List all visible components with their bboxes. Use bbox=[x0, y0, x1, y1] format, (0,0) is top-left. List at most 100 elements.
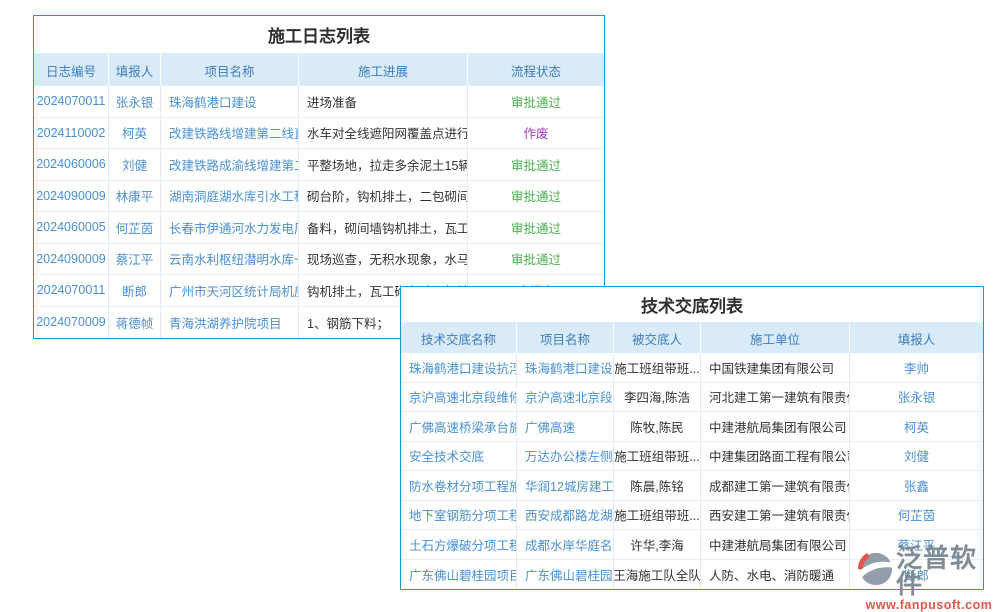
project-name-cell[interactable]: 京沪高速北京段维修 bbox=[517, 383, 614, 412]
receiver-cell: 施工班组带班... bbox=[614, 501, 701, 530]
table-row: 珠海鹤港口建设抗浮...珠海鹤港口建设施工班组带班...中国铁建集团有限公司李帅 bbox=[401, 353, 983, 383]
project-name-cell[interactable]: 珠海鹤港口建设 bbox=[517, 353, 614, 382]
project-name-cell[interactable]: 改建铁路成渝线增建第二... bbox=[161, 149, 299, 180]
status-cell[interactable]: 作废 bbox=[468, 118, 604, 149]
reporter-cell[interactable]: 何芷茵 bbox=[109, 212, 161, 243]
table-row: 2024070011张永银珠海鹤港口建设进场准备审批通过 bbox=[34, 86, 604, 118]
disclosure-name-cell[interactable]: 地下室钢筋分项工程... bbox=[401, 501, 517, 530]
unit-cell: 人防、水电、消防暖通 bbox=[701, 560, 850, 590]
disclosure-name-cell[interactable]: 防水卷材分项工程施... bbox=[401, 471, 517, 500]
unit-cell: 中国铁建集团有限公司 bbox=[701, 353, 850, 382]
progress-cell: 备料，砌间墙钩机排土，瓦工... bbox=[299, 212, 468, 243]
column-header-reporter: 填报人 bbox=[850, 323, 983, 353]
column-header-log-id: 日志编号 bbox=[34, 54, 109, 86]
project-name-cell[interactable]: 万达办公楼左侧A... bbox=[517, 442, 614, 471]
progress-cell: 平整场地，拉走多余泥土15辆... bbox=[299, 149, 468, 180]
technical-disclosure-header-row: 技术交底名称 项目名称 被交底人 施工单位 填报人 bbox=[401, 323, 983, 353]
watermark: 泛普软件 www.fanpusoft.com bbox=[856, 545, 1000, 612]
reporter-cell[interactable]: 柯英 bbox=[109, 118, 161, 149]
log-id-cell[interactable]: 2024090009 bbox=[34, 181, 109, 212]
receiver-cell: 陈晨,陈铭 bbox=[614, 471, 701, 500]
receiver-cell: 许华,李海 bbox=[614, 530, 701, 559]
project-name-cell[interactable]: 华润12城房建工... bbox=[517, 471, 614, 500]
column-header-receiver: 被交底人 bbox=[614, 323, 701, 353]
status-cell[interactable]: 审批通过 bbox=[468, 86, 604, 117]
receiver-cell: 李四海,陈浩 bbox=[614, 383, 701, 412]
status-cell[interactable]: 审批通过 bbox=[468, 244, 604, 275]
status-cell[interactable]: 审批通过 bbox=[468, 212, 604, 243]
disclosure-name-cell[interactable]: 广东佛山碧桂园项目... bbox=[401, 560, 517, 590]
table-row: 广佛高速桥梁承台施...广佛高速陈牧,陈民中建港航局集团有限公司柯英 bbox=[401, 412, 983, 442]
table-row: 2024110002柯英改建铁路线增建第二线直...水车对全线遮阳网覆盖点进行.… bbox=[34, 118, 604, 150]
status-cell[interactable]: 审批通过 bbox=[468, 149, 604, 180]
column-header-reporter: 填报人 bbox=[109, 54, 161, 86]
project-name-cell[interactable]: 改建铁路线增建第二线直... bbox=[161, 118, 299, 149]
project-name-cell[interactable]: 云南水利枢纽潜明水库一... bbox=[161, 244, 299, 275]
reporter-cell[interactable]: 断郎 bbox=[109, 275, 161, 306]
column-header-status: 流程状态 bbox=[468, 54, 604, 86]
table-row: 地下室钢筋分项工程...西安成都路龙湖上...施工班组带班...西安建工第一建筑… bbox=[401, 501, 983, 531]
table-row: 防水卷材分项工程施...华润12城房建工...陈晨,陈铭成都建工第一建筑有限责任… bbox=[401, 471, 983, 501]
project-name-cell[interactable]: 珠海鹤港口建设 bbox=[161, 86, 299, 117]
table-row: 2024090009林康平湖南洞庭湖水库引水工程...砌台阶，钩机排土，二包砌间… bbox=[34, 181, 604, 213]
receiver-cell: 施工班组带班... bbox=[614, 353, 701, 382]
construction-log-header-row: 日志编号 填报人 项目名称 施工进展 流程状态 bbox=[34, 54, 604, 86]
reporter-cell[interactable]: 林康平 bbox=[109, 181, 161, 212]
reporter-cell[interactable]: 蒋德帧 bbox=[109, 307, 161, 339]
disclosure-name-cell[interactable]: 土石方爆破分项工程... bbox=[401, 530, 517, 559]
watermark-brand-text: 泛普软件 bbox=[896, 545, 1000, 597]
project-name-cell[interactable]: 湖南洞庭湖水库引水工程... bbox=[161, 181, 299, 212]
construction-log-title: 施工日志列表 bbox=[34, 16, 604, 54]
progress-cell: 砌台阶，钩机排土，二包砌间... bbox=[299, 181, 468, 212]
receiver-cell: 施工班组带班... bbox=[614, 442, 701, 471]
unit-cell: 河北建工第一建筑有限责任公司 bbox=[701, 383, 850, 412]
reporter-cell[interactable]: 刘健 bbox=[850, 442, 983, 471]
column-header-unit: 施工单位 bbox=[701, 323, 850, 353]
reporter-cell[interactable]: 张永银 bbox=[109, 86, 161, 117]
project-name-cell[interactable]: 长春市伊通河水力发电厂... bbox=[161, 212, 299, 243]
log-id-cell[interactable]: 2024060006 bbox=[34, 149, 109, 180]
table-row: 安全技术交底万达办公楼左侧A...施工班组带班...中建集团路面工程有限公司刘健 bbox=[401, 442, 983, 472]
unit-cell: 成都建工第一建筑有限责任公司 bbox=[701, 471, 850, 500]
column-header-project: 项目名称 bbox=[161, 54, 299, 86]
column-header-project: 项目名称 bbox=[517, 323, 614, 353]
reporter-cell[interactable]: 刘健 bbox=[109, 149, 161, 180]
unit-cell: 中建港航局集团有限公司 bbox=[701, 530, 850, 559]
disclosure-name-cell[interactable]: 广佛高速桥梁承台施... bbox=[401, 412, 517, 441]
log-id-cell[interactable]: 2024060005 bbox=[34, 212, 109, 243]
project-name-cell[interactable]: 成都水岸华庭名苑... bbox=[517, 530, 614, 559]
reporter-cell[interactable]: 张永银 bbox=[850, 383, 983, 412]
fanpu-logo-icon bbox=[856, 550, 894, 593]
reporter-cell[interactable]: 蔡江平 bbox=[109, 244, 161, 275]
reporter-cell[interactable]: 何芷茵 bbox=[850, 501, 983, 530]
table-row: 2024090009蔡江平云南水利枢纽潜明水库一...现场巡查，无积水现象，水马… bbox=[34, 244, 604, 276]
project-name-cell[interactable]: 广州市天河区统计局机房... bbox=[161, 275, 299, 306]
reporter-cell[interactable]: 张鑫 bbox=[850, 471, 983, 500]
project-name-cell[interactable]: 青海洪湖养护院项目 bbox=[161, 307, 299, 339]
table-row: 京沪高速北京段维修...京沪高速北京段维修李四海,陈浩河北建工第一建筑有限责任公… bbox=[401, 383, 983, 413]
column-header-progress: 施工进展 bbox=[299, 54, 468, 86]
disclosure-name-cell[interactable]: 珠海鹤港口建设抗浮... bbox=[401, 353, 517, 382]
log-id-cell[interactable]: 2024070009 bbox=[34, 307, 109, 339]
progress-cell: 进场准备 bbox=[299, 86, 468, 117]
receiver-cell: 王海施工队全队 bbox=[614, 560, 701, 590]
project-name-cell[interactable]: 西安成都路龙湖上... bbox=[517, 501, 614, 530]
reporter-cell[interactable]: 柯英 bbox=[850, 412, 983, 441]
column-header-disclosure-name: 技术交底名称 bbox=[401, 323, 517, 353]
status-cell[interactable]: 审批通过 bbox=[468, 181, 604, 212]
reporter-cell[interactable]: 李帅 bbox=[850, 353, 983, 382]
table-row: 2024060005何芷茵长春市伊通河水力发电厂...备料，砌间墙钩机排土，瓦工… bbox=[34, 212, 604, 244]
progress-cell: 水车对全线遮阳网覆盖点进行... bbox=[299, 118, 468, 149]
log-id-cell[interactable]: 2024090009 bbox=[34, 244, 109, 275]
progress-cell: 现场巡查，无积水现象，水马... bbox=[299, 244, 468, 275]
receiver-cell: 陈牧,陈民 bbox=[614, 412, 701, 441]
project-name-cell[interactable]: 广东佛山碧桂园项目 bbox=[517, 560, 614, 590]
log-id-cell[interactable]: 2024110002 bbox=[34, 118, 109, 149]
log-id-cell[interactable]: 2024070011 bbox=[34, 86, 109, 117]
log-id-cell[interactable]: 2024070011 bbox=[34, 275, 109, 306]
project-name-cell[interactable]: 广佛高速 bbox=[517, 412, 614, 441]
disclosure-name-cell[interactable]: 安全技术交底 bbox=[401, 442, 517, 471]
unit-cell: 中建集团路面工程有限公司 bbox=[701, 442, 850, 471]
disclosure-name-cell[interactable]: 京沪高速北京段维修... bbox=[401, 383, 517, 412]
unit-cell: 中建港航局集团有限公司 bbox=[701, 412, 850, 441]
